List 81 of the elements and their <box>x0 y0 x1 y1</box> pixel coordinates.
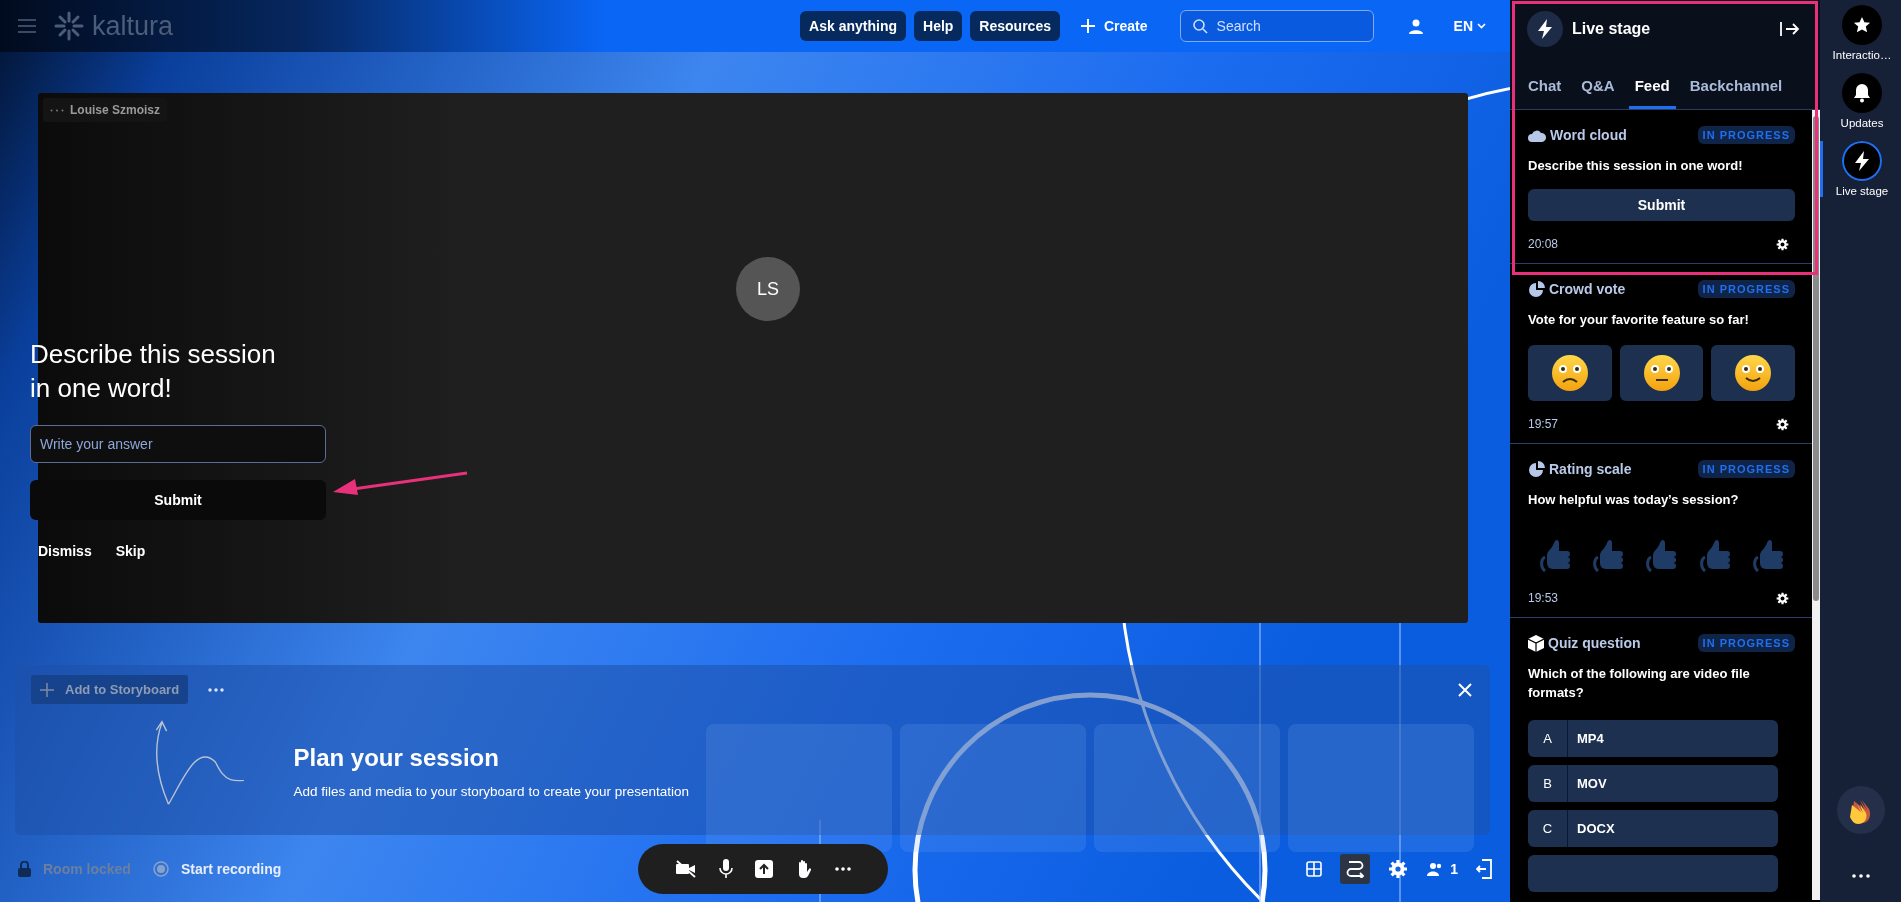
close-icon[interactable] <box>1458 682 1472 697</box>
card-type: Rating scale <box>1549 461 1632 477</box>
vote-option[interactable] <box>1711 345 1795 401</box>
search-field[interactable]: Search <box>1179 10 1374 42</box>
card-type: Quiz question <box>1548 635 1641 651</box>
camera-off-icon[interactable] <box>675 859 697 878</box>
microphone-icon[interactable] <box>719 858 733 879</box>
rail-item[interactable]: Interactio… <box>1820 5 1901 61</box>
panel-tab[interactable]: Feed <box>1628 77 1676 109</box>
star-icon <box>1853 16 1871 34</box>
storyboard-subtitle: Add files and media to your storyboard to create your presentation <box>293 784 690 799</box>
prompt-action-button[interactable]: Skip <box>115 543 146 559</box>
emoji-face-icon <box>1550 354 1589 392</box>
card-type: Crowd vote <box>1549 281 1626 297</box>
participants-count[interactable]: 1 <box>1426 860 1458 877</box>
answer-option[interactable]: C DOCX <box>1528 810 1778 847</box>
rail-item[interactable]: Live stage <box>1820 141 1901 197</box>
submit-button[interactable]: Submit <box>1528 189 1795 221</box>
card-question: How helpful was today’s session? <box>1528 491 1740 509</box>
start-recording-button[interactable]: Start recording <box>180 860 282 877</box>
status-badge: IN PROGRESS <box>1697 280 1795 298</box>
status-badge: IN PROGRESS <box>1697 460 1795 478</box>
lightning-icon <box>1854 151 1870 171</box>
vote-option[interactable] <box>1619 345 1704 401</box>
settings-icon[interactable] <box>1776 591 1789 605</box>
card-question: Describe this session in one word! <box>1528 157 1744 175</box>
collapse-panel-icon[interactable] <box>1780 21 1800 37</box>
lock-icon <box>18 860 31 877</box>
answer-field[interactable]: Write your answer <box>30 425 326 463</box>
layout-icon <box>1345 859 1366 878</box>
cube-icon <box>1528 634 1544 652</box>
share-screen-icon[interactable] <box>755 859 773 878</box>
submit-button[interactable]: Submit <box>30 480 326 520</box>
language-button[interactable]: EN <box>1447 17 1492 35</box>
settings-icon[interactable] <box>1776 237 1789 251</box>
answer-option[interactable]: B MOV <box>1528 765 1778 802</box>
leave-icon[interactable] <box>1476 858 1492 879</box>
emoji-face-icon <box>1734 354 1773 392</box>
room-status: Room locked <box>43 860 131 877</box>
participant-avatar: LS <box>736 257 800 321</box>
scrollbar[interactable] <box>1812 110 1820 900</box>
status-badge: IN PROGRESS <box>1697 126 1795 144</box>
more-icon[interactable] <box>1851 874 1870 878</box>
create-button[interactable]: Create <box>1073 17 1154 35</box>
card-type: Word cloud <box>1550 127 1627 143</box>
settings-icon[interactable] <box>1776 417 1789 431</box>
participant-name: Louise Szmoisz <box>70 103 161 117</box>
storyboard-title: Plan your session <box>293 744 500 772</box>
rail-item[interactable]: Updates <box>1820 73 1901 129</box>
pie-chart-icon <box>1528 460 1545 478</box>
answer-option[interactable]: A MP4 <box>1528 720 1778 757</box>
user-icon[interactable] <box>1407 18 1424 34</box>
caret-icon <box>1477 23 1486 29</box>
more-icon[interactable] <box>835 866 851 871</box>
logo-text: kaltura <box>92 10 174 42</box>
plus-icon <box>1079 18 1096 34</box>
bell-icon <box>1853 83 1871 103</box>
lightning-icon <box>1527 11 1563 47</box>
card-question: Which of the following are video file formats? <box>1528 665 1751 702</box>
status-badge: IN PROGRESS <box>1697 634 1795 652</box>
header-button[interactable]: Help <box>914 11 963 41</box>
card-time: 20:08 <box>1528 237 1559 251</box>
plus-icon <box>40 682 54 697</box>
logo-icon <box>54 11 84 41</box>
panel-tab[interactable]: Q&A <box>1575 77 1621 109</box>
card-question: Vote for your favorite feature so far! <box>1528 311 1750 329</box>
card-time: 19:57 <box>1528 417 1559 431</box>
card-time: 19:53 <box>1528 591 1559 605</box>
grid-view-icon[interactable] <box>1306 860 1323 877</box>
panel-title: Live stage <box>1572 20 1651 38</box>
prompt-action-button[interactable]: Dismiss <box>38 543 92 559</box>
panel-tab[interactable]: Backchannel <box>1683 77 1789 109</box>
cloud-icon <box>1528 128 1546 142</box>
vote-option[interactable] <box>1528 345 1612 401</box>
storyboard-slot[interactable] <box>706 724 892 852</box>
emoji-face-icon <box>1642 354 1681 392</box>
pie-chart-icon <box>1528 280 1545 298</box>
panel-tab[interactable]: Chat <box>1522 77 1568 109</box>
header-button[interactable]: Resources <box>970 11 1060 41</box>
header-button[interactable]: Ask anything <box>800 11 906 41</box>
layout-toggle-button[interactable] <box>1340 853 1371 884</box>
